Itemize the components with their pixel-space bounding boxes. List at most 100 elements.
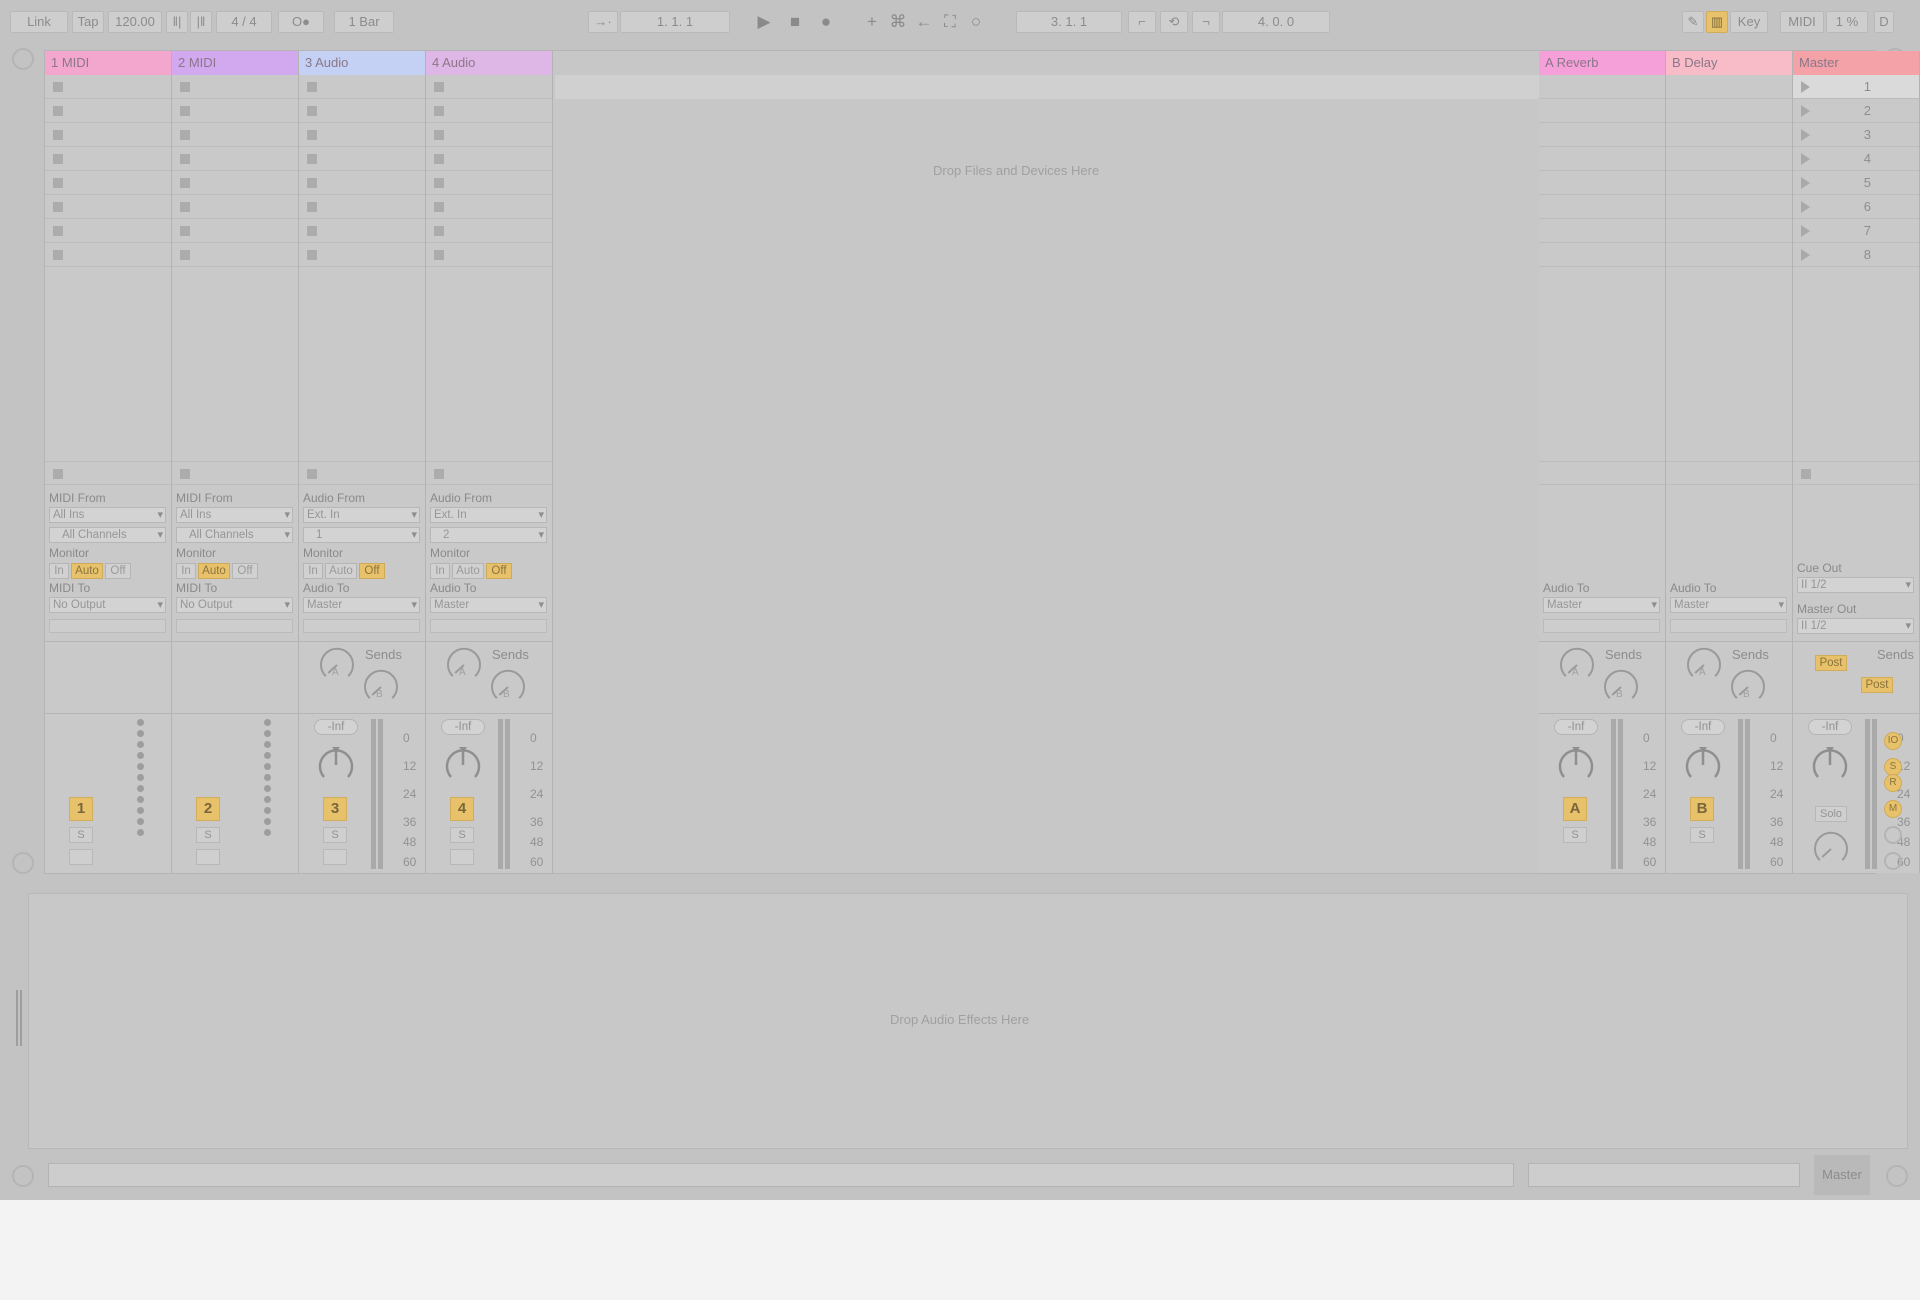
output-channel-field[interactable]	[1543, 619, 1660, 633]
stop-all-clips-icon[interactable]	[180, 469, 190, 479]
scene-slot[interactable]: 4	[1793, 147, 1919, 171]
output-type-dropdown[interactable]: No Output	[49, 597, 166, 613]
solo-button[interactable]: S	[1690, 827, 1714, 843]
clip-stop-icon[interactable]	[307, 154, 317, 164]
midi-map-button[interactable]: MIDI	[1780, 11, 1824, 33]
clip-stop-icon[interactable]	[53, 154, 63, 164]
clip-stop-icon[interactable]	[434, 106, 444, 116]
monitor-off-button[interactable]: Off	[232, 563, 258, 579]
volume-readout[interactable]: -Inf	[1554, 719, 1598, 735]
pan-knob[interactable]	[443, 745, 483, 785]
arm-button[interactable]	[69, 849, 93, 865]
clip-slot[interactable]	[45, 123, 171, 147]
monitor-auto-button[interactable]: Auto	[71, 563, 103, 579]
clip-slot[interactable]	[45, 243, 171, 267]
clip-slot[interactable]	[299, 123, 425, 147]
clip-slot[interactable]	[426, 99, 552, 123]
detail-toggle-icon[interactable]	[1886, 1165, 1908, 1187]
scene-slot[interactable]: 5	[1793, 171, 1919, 195]
volume-readout[interactable]: -Inf	[1681, 719, 1725, 735]
clip-stop-icon[interactable]	[434, 154, 444, 164]
clip-slot[interactable]	[299, 195, 425, 219]
monitor-off-button[interactable]: Off	[105, 563, 131, 579]
input-channel-dropdown[interactable]: 1	[303, 527, 420, 543]
nudge-up-icon[interactable]: |‖	[190, 11, 212, 33]
clip-stop-icon[interactable]	[180, 202, 190, 212]
monitor-in-button[interactable]: In	[49, 563, 69, 579]
clip-slot[interactable]	[426, 195, 552, 219]
scene-launch-icon[interactable]	[1801, 177, 1810, 189]
clip-slot[interactable]	[45, 195, 171, 219]
clip-stop-icon[interactable]	[53, 202, 63, 212]
clip-stop-icon[interactable]	[434, 250, 444, 260]
draw-mode-icon[interactable]: ✎	[1682, 11, 1704, 33]
nudge-down-icon[interactable]: ‖|	[166, 11, 188, 33]
monitor-in-button[interactable]: In	[176, 563, 196, 579]
automation-arm-icon[interactable]: ⌘	[886, 11, 910, 33]
output-type-dropdown[interactable]: Master	[1543, 597, 1660, 613]
clip-stop-icon[interactable]	[53, 250, 63, 260]
monitor-auto-button[interactable]: Auto	[198, 563, 230, 579]
monitor-auto-button[interactable]: Auto	[325, 563, 357, 579]
stop-icon[interactable]: ■	[783, 11, 807, 33]
cue-volume-knob[interactable]	[1813, 831, 1849, 867]
clip-slot[interactable]	[426, 171, 552, 195]
clip-slot[interactable]	[172, 75, 298, 99]
stop-all-clips-icon[interactable]	[53, 469, 63, 479]
clip-slot[interactable]	[299, 171, 425, 195]
scene-launch-icon[interactable]	[1801, 129, 1810, 141]
scene-slot[interactable]: 3	[1793, 123, 1919, 147]
input-channel-dropdown[interactable]: All Channels	[176, 527, 293, 543]
info-toggle-icon[interactable]	[12, 1165, 34, 1187]
clip-stop-icon[interactable]	[53, 82, 63, 92]
scene-slot[interactable]: 6	[1793, 195, 1919, 219]
clip-stop-icon[interactable]	[307, 82, 317, 92]
clip-stop-icon[interactable]	[180, 106, 190, 116]
browser-toggle-icon[interactable]	[12, 48, 34, 70]
loop-start-field[interactable]: 3. 1. 1	[1016, 11, 1122, 33]
scene-slot[interactable]: 8	[1793, 243, 1919, 267]
clip-stop-icon[interactable]	[180, 226, 190, 236]
clip-slot[interactable]	[172, 171, 298, 195]
pan-knob[interactable]	[1810, 745, 1850, 785]
scene-launch-icon[interactable]	[1801, 201, 1810, 213]
clip-stop-icon[interactable]	[434, 130, 444, 140]
computer-keyboard-icon[interactable]: ▥	[1706, 11, 1728, 33]
track-activator-button[interactable]: 1	[69, 797, 93, 821]
device-resize-handle[interactable]	[16, 990, 22, 1046]
record-icon[interactable]: ●	[814, 11, 838, 33]
clip-slot[interactable]	[172, 147, 298, 171]
clip-stop-icon[interactable]	[434, 82, 444, 92]
clip-slot[interactable]	[299, 75, 425, 99]
input-type-dropdown[interactable]: All Ins	[176, 507, 293, 523]
input-type-dropdown[interactable]: All Ins	[49, 507, 166, 523]
scene-slot[interactable]: 2	[1793, 99, 1919, 123]
clip-slot[interactable]	[45, 147, 171, 171]
post-send-button[interactable]: Post	[1861, 677, 1893, 693]
output-channel-field[interactable]	[430, 619, 547, 633]
session-record-icon[interactable]: ○	[964, 11, 988, 33]
clip-slot[interactable]	[426, 123, 552, 147]
clip-slot[interactable]	[426, 219, 552, 243]
clip-stop-icon[interactable]	[53, 130, 63, 140]
monitor-in-button[interactable]: In	[303, 563, 323, 579]
quantize-dropdown[interactable]: 1 Bar	[334, 11, 394, 33]
master-out-dropdown[interactable]: II 1/2	[1797, 618, 1914, 634]
stop-all-clips-icon[interactable]	[307, 469, 317, 479]
track-header[interactable]: 3 Audio	[299, 51, 425, 75]
output-channel-field[interactable]	[176, 619, 293, 633]
clip-slot[interactable]	[45, 171, 171, 195]
clip-slot[interactable]	[172, 195, 298, 219]
output-channel-field[interactable]	[49, 619, 166, 633]
clip-slot[interactable]	[299, 99, 425, 123]
scene-launch-icon[interactable]	[1801, 81, 1810, 93]
play-icon[interactable]: ▶	[752, 11, 776, 33]
return-activator-button[interactable]: A	[1563, 797, 1587, 821]
returns-toggle-icon[interactable]: R	[1884, 774, 1902, 792]
metronome-button[interactable]: O●	[278, 11, 324, 33]
scene-launch-icon[interactable]	[1801, 105, 1810, 117]
clip-slot[interactable]	[426, 243, 552, 267]
clip-slot[interactable]	[172, 99, 298, 123]
clip-stop-icon[interactable]	[180, 130, 190, 140]
stop-all-clips-icon[interactable]	[1801, 469, 1811, 479]
